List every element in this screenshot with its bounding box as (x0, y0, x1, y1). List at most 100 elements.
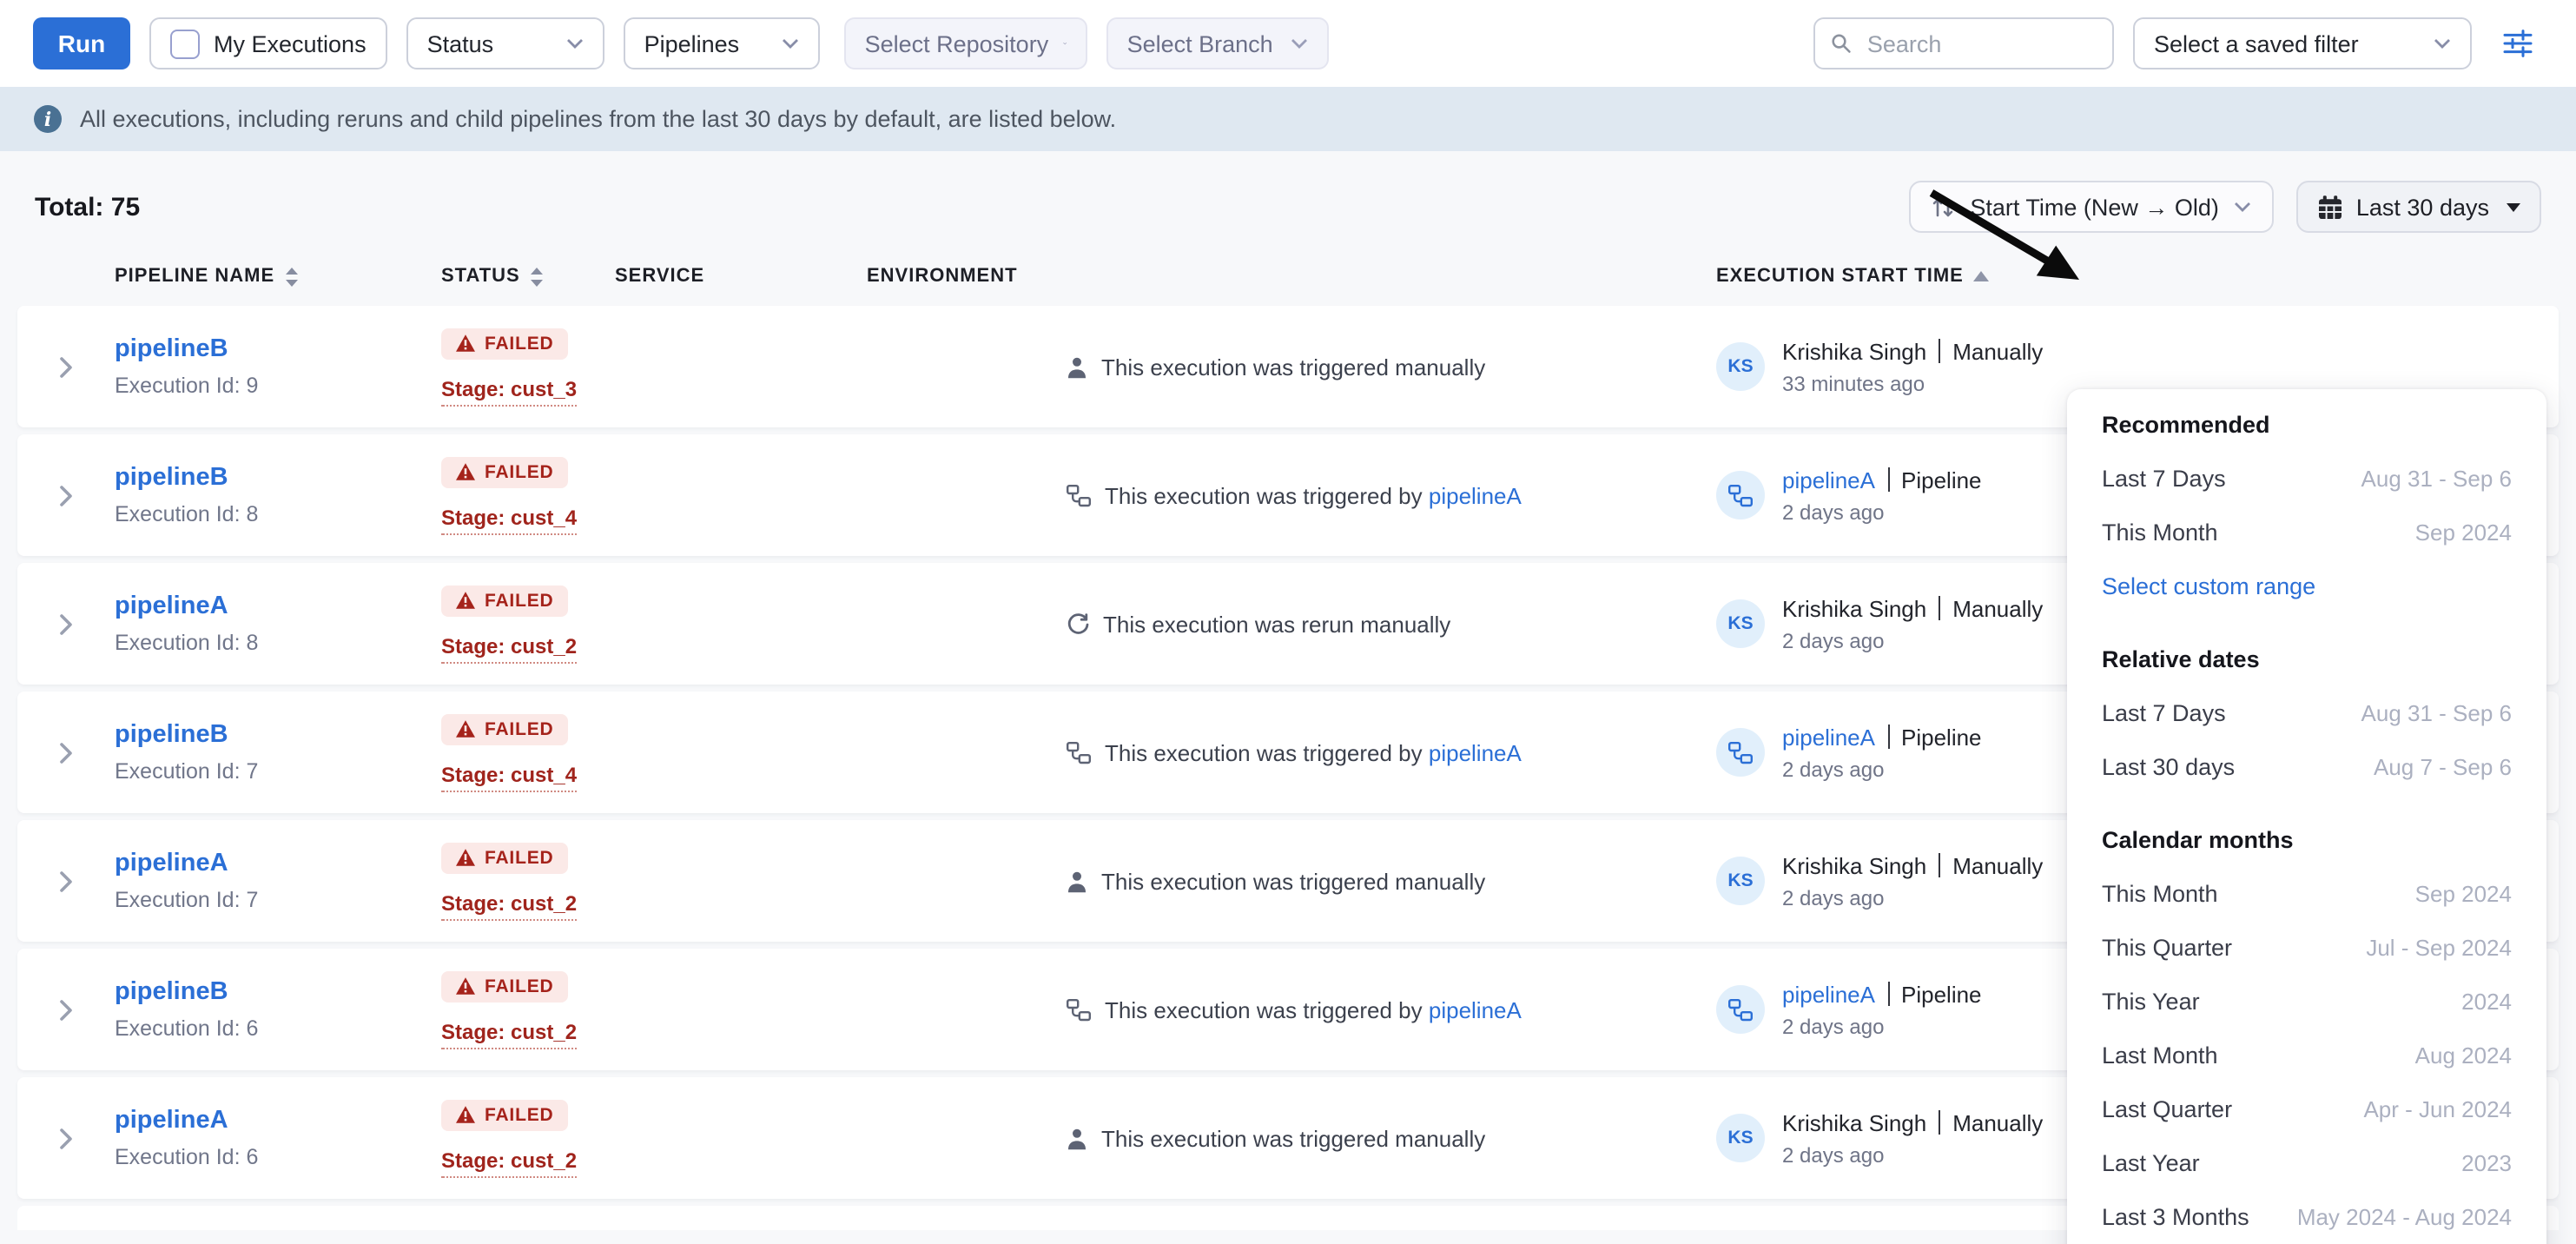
date-option-range: Aug 31 - Sep 6 (2361, 686, 2512, 740)
divider (1939, 595, 1940, 619)
date-menu-custom-range-link[interactable]: Select custom range (2102, 559, 2512, 613)
total-count: Total: 75 (35, 192, 140, 222)
failed-stage-link[interactable]: Stage: cust_2 (441, 634, 577, 663)
pipeline-icon (1728, 484, 1753, 506)
date-menu-item[interactable]: Last 7 DaysAug 31 - Sep 6 (2102, 452, 2512, 506)
execution-time: 2 days ago (1782, 500, 1982, 524)
pipeline-name-link[interactable]: pipelineB (115, 978, 441, 1008)
avatar-initials: KS (1727, 356, 1753, 377)
date-menu-item[interactable]: This QuarterJul - Sep 2024 (2102, 921, 2512, 975)
my-executions-toggle[interactable]: My Executions (149, 17, 387, 69)
trigger-type: Pipeline (1901, 467, 1982, 493)
pipeline-name-link[interactable]: pipelineA (115, 1107, 441, 1136)
sort-toggle-icon[interactable] (531, 267, 545, 286)
filter-settings-button[interactable] (2491, 17, 2543, 69)
top-toolbar: Run My Executions Status Pipelines Selec… (0, 0, 2576, 87)
pipeline-name-link[interactable]: pipelineB (115, 721, 441, 751)
header-start-time[interactable]: EXECUTION START TIME (1716, 266, 2559, 287)
status-cell: FAILEDStage: cust_2 (441, 842, 615, 920)
saved-filter-dropdown[interactable]: Select a saved filter (2133, 17, 2472, 69)
triggered-by-name: Krishika Singh (1782, 595, 1926, 621)
pipelines-filter-dropdown[interactable]: Pipelines (624, 17, 820, 69)
run-button[interactable]: Run (33, 17, 130, 69)
date-menu-item[interactable]: This MonthSep 2024 (2102, 867, 2512, 921)
divider (1939, 338, 1940, 362)
failed-stage-link[interactable]: Stage: cust_4 (441, 506, 577, 534)
expand-chevron-icon[interactable] (59, 612, 73, 635)
expand-chevron-icon[interactable] (59, 1127, 73, 1149)
triggered-by-pipeline-link[interactable]: pipelineA (1782, 981, 1875, 1007)
branch-filter-dropdown[interactable]: Select Branch (1106, 17, 1329, 69)
user-icon (1067, 870, 1087, 892)
execution-id: Execution Id: 9 (115, 374, 441, 398)
pipeline-icon (1067, 741, 1091, 764)
user-avatar: KS (1716, 599, 1765, 648)
date-option-label: Last Month (2102, 1029, 2218, 1082)
pipeline-name-link[interactable]: pipelineA (115, 592, 441, 622)
search-input[interactable] (1864, 29, 2097, 58)
execution-time: 2 days ago (1782, 757, 1982, 781)
search-box[interactable] (1813, 17, 2114, 69)
status-badge-failed: FAILED (441, 713, 568, 744)
trigger-pipeline-link[interactable]: pipelineA (1429, 482, 1522, 508)
pipeline-name-link[interactable]: pipelineA (115, 850, 441, 879)
date-option-range: Aug 2024 (2415, 1029, 2512, 1082)
date-menu-item[interactable]: This MonthSep 2024 (2102, 506, 2512, 559)
date-menu-item[interactable]: Last 7 DaysAug 31 - Sep 6 (2102, 686, 2512, 740)
sort-asc-icon[interactable] (1974, 271, 1990, 281)
status-filter-dropdown[interactable]: Status (406, 17, 604, 69)
failed-stage-link[interactable]: Stage: cust_2 (441, 1148, 577, 1177)
date-menu-section-title: Relative dates (2102, 641, 2512, 679)
trigger-pipeline-link[interactable]: pipelineA (1429, 739, 1522, 765)
failed-stage-link[interactable]: Stage: cust_4 (441, 763, 577, 791)
triggered-by-pipeline-link[interactable]: pipelineA (1782, 467, 1875, 493)
failed-stage-link[interactable]: Stage: cust_3 (441, 377, 577, 406)
expand-chevron-icon[interactable] (59, 998, 73, 1021)
divider (1887, 981, 1889, 1005)
date-option-label: This Month (2102, 867, 2218, 921)
warning-icon (455, 591, 476, 610)
trigger-pipeline-link[interactable]: pipelineA (1429, 996, 1522, 1022)
pipeline-cell: pipelineA Execution Id: 6 (115, 1107, 441, 1169)
date-menu-item[interactable]: This Year2024 (2102, 975, 2512, 1029)
date-menu-section-title: Recommended (2102, 407, 2512, 445)
date-range-button[interactable]: Last 30 days (2297, 181, 2541, 233)
trigger-message: This execution was rerun manually (1067, 611, 1716, 637)
search-icon (1831, 31, 1852, 56)
date-menu-item[interactable]: Last 30 daysAug 7 - Sep 6 (2102, 740, 2512, 794)
triggered-by-pipeline-link[interactable]: pipelineA (1782, 724, 1875, 750)
header-pipeline-name[interactable]: PIPELINE NAME (115, 266, 441, 287)
info-icon: i (33, 104, 63, 134)
expand-chevron-icon[interactable] (59, 741, 73, 764)
user-avatar: KS (1716, 857, 1765, 905)
expand-chevron-icon[interactable] (59, 484, 73, 506)
failed-stage-link[interactable]: Stage: cust_2 (441, 891, 577, 920)
status-cell: FAILEDStage: cust_2 (441, 1099, 615, 1177)
expand-chevron-icon[interactable] (59, 355, 73, 378)
expand-chevron-icon[interactable] (59, 870, 73, 892)
status-badge-failed: FAILED (441, 585, 568, 616)
execution-id: Execution Id: 6 (115, 1145, 441, 1169)
execution-id: Execution Id: 8 (115, 631, 441, 655)
date-option-range: Jul - Sep 2024 (2366, 921, 2512, 975)
date-menu-section: Calendar monthsThis MonthSep 2024This Qu… (2102, 822, 2512, 1244)
date-menu-item[interactable]: Last Month Aug 2024 (2102, 1029, 2512, 1082)
header-status[interactable]: STATUS (441, 266, 615, 287)
sort-toggle-icon[interactable] (285, 267, 299, 286)
pipeline-name-link[interactable]: pipelineB (115, 464, 441, 493)
date-menu-item[interactable]: Last QuarterApr - Jun 2024 (2102, 1082, 2512, 1136)
date-option-range: Aug 7 - Sep 6 (2374, 740, 2512, 794)
warning-icon (455, 334, 476, 353)
pipeline-name-link[interactable]: pipelineB (115, 335, 441, 365)
sort-dropdown[interactable]: Start Time (New → Old) (1909, 181, 2275, 233)
pipeline-cell: pipelineA Execution Id: 8 (115, 592, 441, 655)
execution-time: 2 days ago (1782, 885, 2043, 910)
svg-text:i: i (44, 109, 51, 131)
date-option-range: May 2024 - Aug 2024 (2297, 1190, 2512, 1244)
trigger-type: Manually (1952, 852, 2043, 878)
repository-filter-dropdown[interactable]: Select Repository (844, 17, 1087, 69)
date-menu-item[interactable]: Last Year2023 (2102, 1136, 2512, 1190)
my-executions-checkbox[interactable] (170, 29, 200, 58)
failed-stage-link[interactable]: Stage: cust_2 (441, 1020, 577, 1049)
date-menu-item[interactable]: Last 3 MonthsMay 2024 - Aug 2024 (2102, 1190, 2512, 1244)
